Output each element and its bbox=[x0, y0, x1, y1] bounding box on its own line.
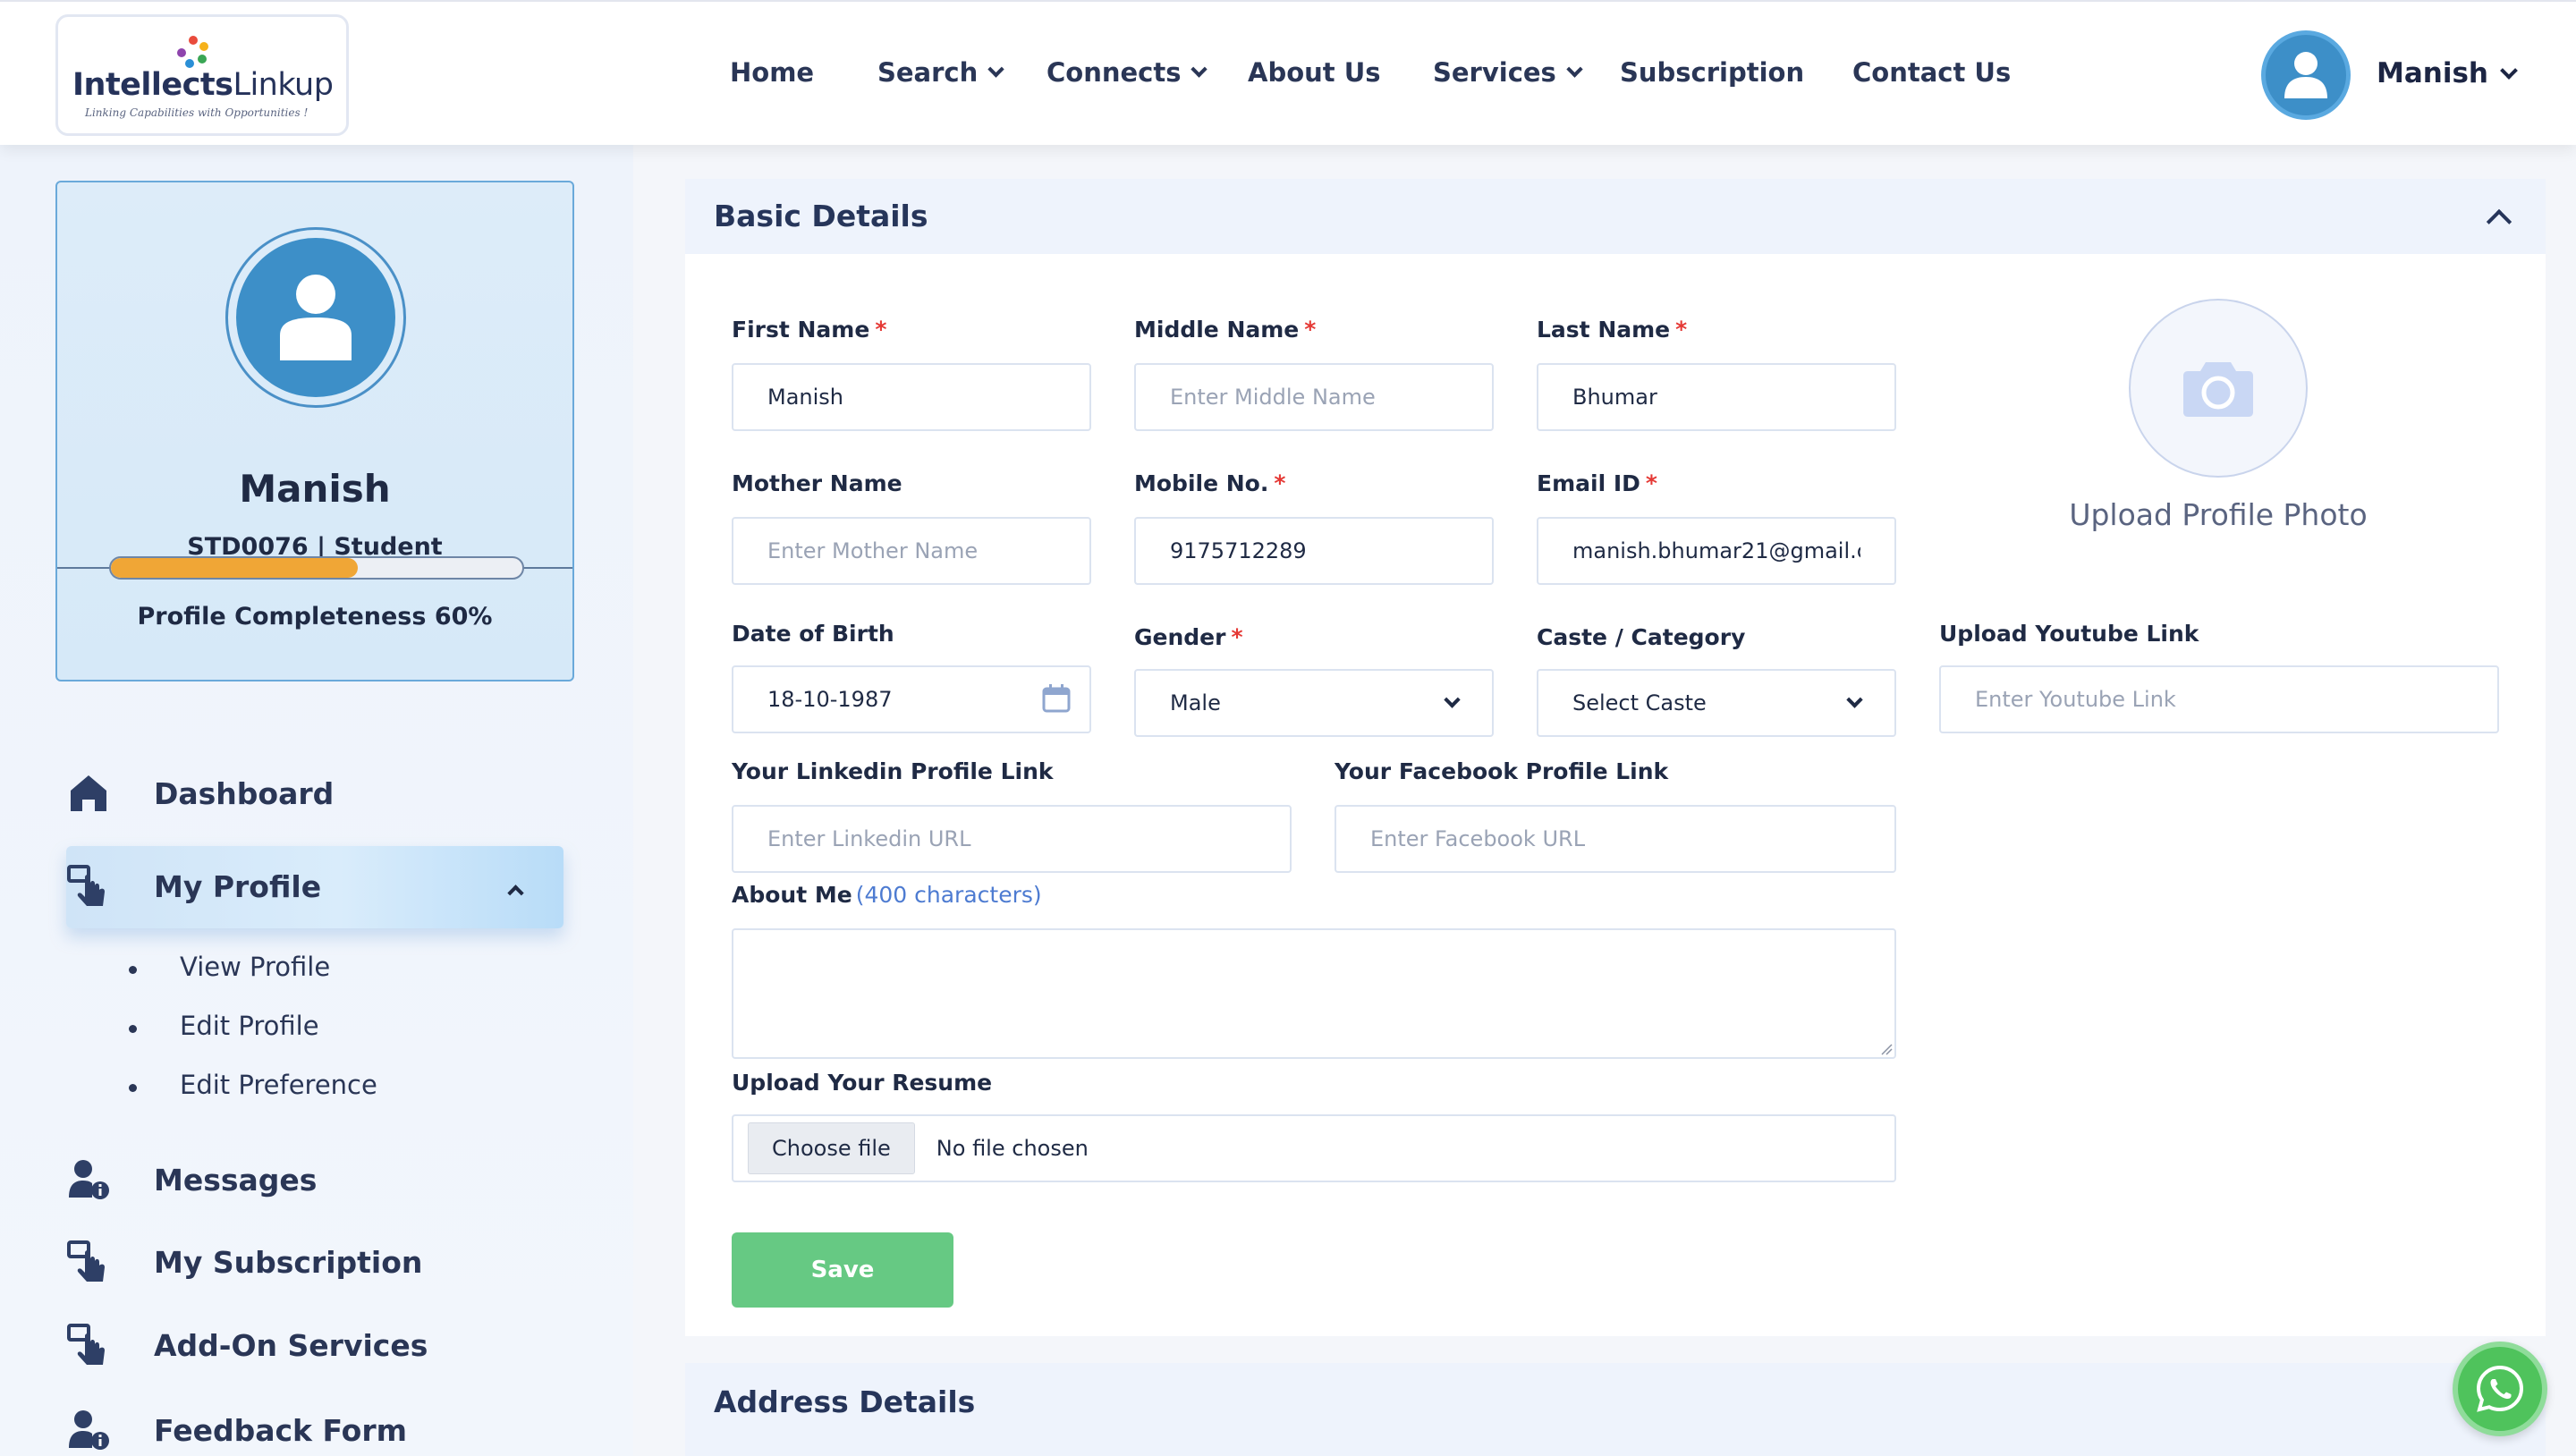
address-details-header[interactable]: Address Details bbox=[685, 1363, 2546, 1456]
sidebar-item-my-profile-label[interactable]: My Profile bbox=[66, 864, 321, 909]
nav-contact[interactable]: Contact Us bbox=[1852, 57, 2011, 88]
facebook-label: Your Facebook Profile Link bbox=[1335, 758, 1669, 784]
sidebar-sub-item-edit-preference[interactable]: Edit Preference bbox=[129, 1070, 377, 1100]
main-nav: Home Search Connects About Us Services S… bbox=[0, 2, 2576, 147]
first-name-input[interactable] bbox=[732, 363, 1091, 431]
dob-input[interactable] bbox=[732, 665, 1091, 733]
about-textarea[interactable] bbox=[732, 928, 1896, 1059]
profile-name: Manish bbox=[239, 467, 391, 511]
linkedin-input[interactable] bbox=[732, 805, 1292, 873]
profile-card: Manish STD0076 | Student Profile Complet… bbox=[55, 181, 574, 681]
nav-about[interactable]: About Us bbox=[1248, 57, 1381, 88]
header-avatar[interactable] bbox=[2261, 30, 2351, 120]
top-header: IntellectsLinkup Linking Capabilities wi… bbox=[0, 0, 2576, 145]
facebook-input[interactable] bbox=[1335, 805, 1896, 873]
app-root: IntellectsLinkup Linking Capabilities wi… bbox=[0, 0, 2576, 1456]
nav-services[interactable]: Services bbox=[1433, 57, 1583, 88]
hand-pointer-icon bbox=[66, 864, 111, 909]
chevron-down-icon bbox=[1444, 690, 1461, 708]
save-button[interactable]: Save bbox=[732, 1232, 953, 1308]
header-user-name[interactable]: Manish bbox=[2377, 57, 2488, 89]
last-name-input[interactable] bbox=[1537, 363, 1896, 431]
resume-label: Upload Your Resume bbox=[732, 1070, 993, 1096]
caste-label: Caste / Category bbox=[1537, 624, 1746, 650]
mobile-label: Mobile No. * bbox=[1134, 470, 1286, 496]
dob-field-wrap bbox=[732, 665, 1091, 733]
completeness-progress-bar bbox=[109, 556, 524, 580]
user-info-icon bbox=[66, 1408, 111, 1452]
nav-subscription[interactable]: Subscription bbox=[1620, 57, 1804, 88]
mother-name-label: Mother Name bbox=[732, 470, 902, 496]
section-title: Basic Details bbox=[714, 199, 928, 233]
gender-select[interactable]: Male bbox=[1134, 669, 1494, 737]
home-icon bbox=[66, 771, 111, 816]
basic-details-header[interactable]: Basic Details bbox=[685, 179, 2546, 254]
caste-select[interactable]: Select Caste bbox=[1537, 669, 1896, 737]
last-name-label: Last Name * bbox=[1537, 317, 1688, 343]
camera-icon bbox=[2183, 362, 2253, 417]
mother-name-input[interactable] bbox=[732, 517, 1091, 585]
completeness-progress-fill bbox=[111, 558, 358, 578]
chevron-down-icon bbox=[1566, 60, 1583, 78]
upload-photo-label: Upload Profile Photo bbox=[2069, 497, 2368, 532]
user-icon bbox=[2284, 52, 2327, 98]
chevron-down-icon bbox=[1191, 60, 1208, 78]
first-name-label: First Name * bbox=[732, 317, 887, 343]
linkedin-label: Your Linkedin Profile Link bbox=[732, 758, 1054, 784]
sidebar-item-feedback-form[interactable]: Feedback Form bbox=[66, 1408, 407, 1452]
file-status: No file chosen bbox=[936, 1136, 1089, 1161]
youtube-input[interactable] bbox=[1939, 665, 2499, 733]
hand-pointer-icon bbox=[66, 1323, 111, 1367]
whatsapp-icon bbox=[2476, 1365, 2524, 1412]
middle-name-label: Middle Name * bbox=[1134, 317, 1317, 343]
section-title: Address Details bbox=[714, 1384, 976, 1419]
email-label: Email ID * bbox=[1537, 470, 1657, 496]
about-label: About Me (400 characters) bbox=[732, 882, 1042, 908]
email-input[interactable] bbox=[1537, 517, 1896, 585]
user-info-icon bbox=[66, 1157, 111, 1202]
choose-file-button[interactable]: Choose file bbox=[748, 1122, 915, 1174]
chevron-down-icon bbox=[987, 60, 1004, 78]
sidebar-item-addon-services[interactable]: Add-On Services bbox=[66, 1323, 428, 1367]
chevron-down-icon bbox=[1846, 690, 1863, 708]
gender-label: Gender * bbox=[1134, 624, 1243, 650]
nav-home[interactable]: Home bbox=[730, 57, 814, 88]
hand-pointer-icon bbox=[66, 1240, 111, 1284]
user-icon bbox=[280, 275, 352, 360]
upload-photo-button[interactable] bbox=[2129, 299, 2308, 478]
calendar-icon[interactable] bbox=[1041, 683, 1072, 714]
chevron-up-icon[interactable] bbox=[2486, 208, 2512, 235]
dob-label: Date of Birth bbox=[732, 621, 894, 647]
sidebar-sub-item-view-profile[interactable]: View Profile bbox=[129, 952, 330, 982]
sidebar: Manish STD0076 | Student Profile Complet… bbox=[0, 145, 633, 1456]
resize-grip-icon[interactable] bbox=[1880, 1043, 1893, 1055]
youtube-label: Upload Youtube Link bbox=[1939, 621, 2199, 647]
nav-search[interactable]: Search bbox=[877, 57, 1004, 88]
resume-file-input[interactable]: Choose file No file chosen bbox=[732, 1114, 1896, 1182]
mobile-input[interactable] bbox=[1134, 517, 1494, 585]
sidebar-item-dashboard[interactable]: Dashboard bbox=[66, 771, 334, 816]
sidebar-sub-item-edit-profile[interactable]: Edit Profile bbox=[129, 1011, 319, 1041]
sidebar-item-messages[interactable]: Messages bbox=[66, 1157, 317, 1202]
profile-avatar bbox=[225, 227, 406, 408]
nav-connects[interactable]: Connects bbox=[1046, 57, 1208, 88]
completeness-label: Profile Completeness 60% bbox=[137, 603, 493, 631]
middle-name-input[interactable] bbox=[1134, 363, 1494, 431]
sidebar-item-my-subscription[interactable]: My Subscription bbox=[66, 1240, 422, 1284]
basic-details-panel: Basic Details First Name* Middle Name* L… bbox=[685, 179, 2546, 1336]
whatsapp-button[interactable] bbox=[2453, 1342, 2547, 1436]
